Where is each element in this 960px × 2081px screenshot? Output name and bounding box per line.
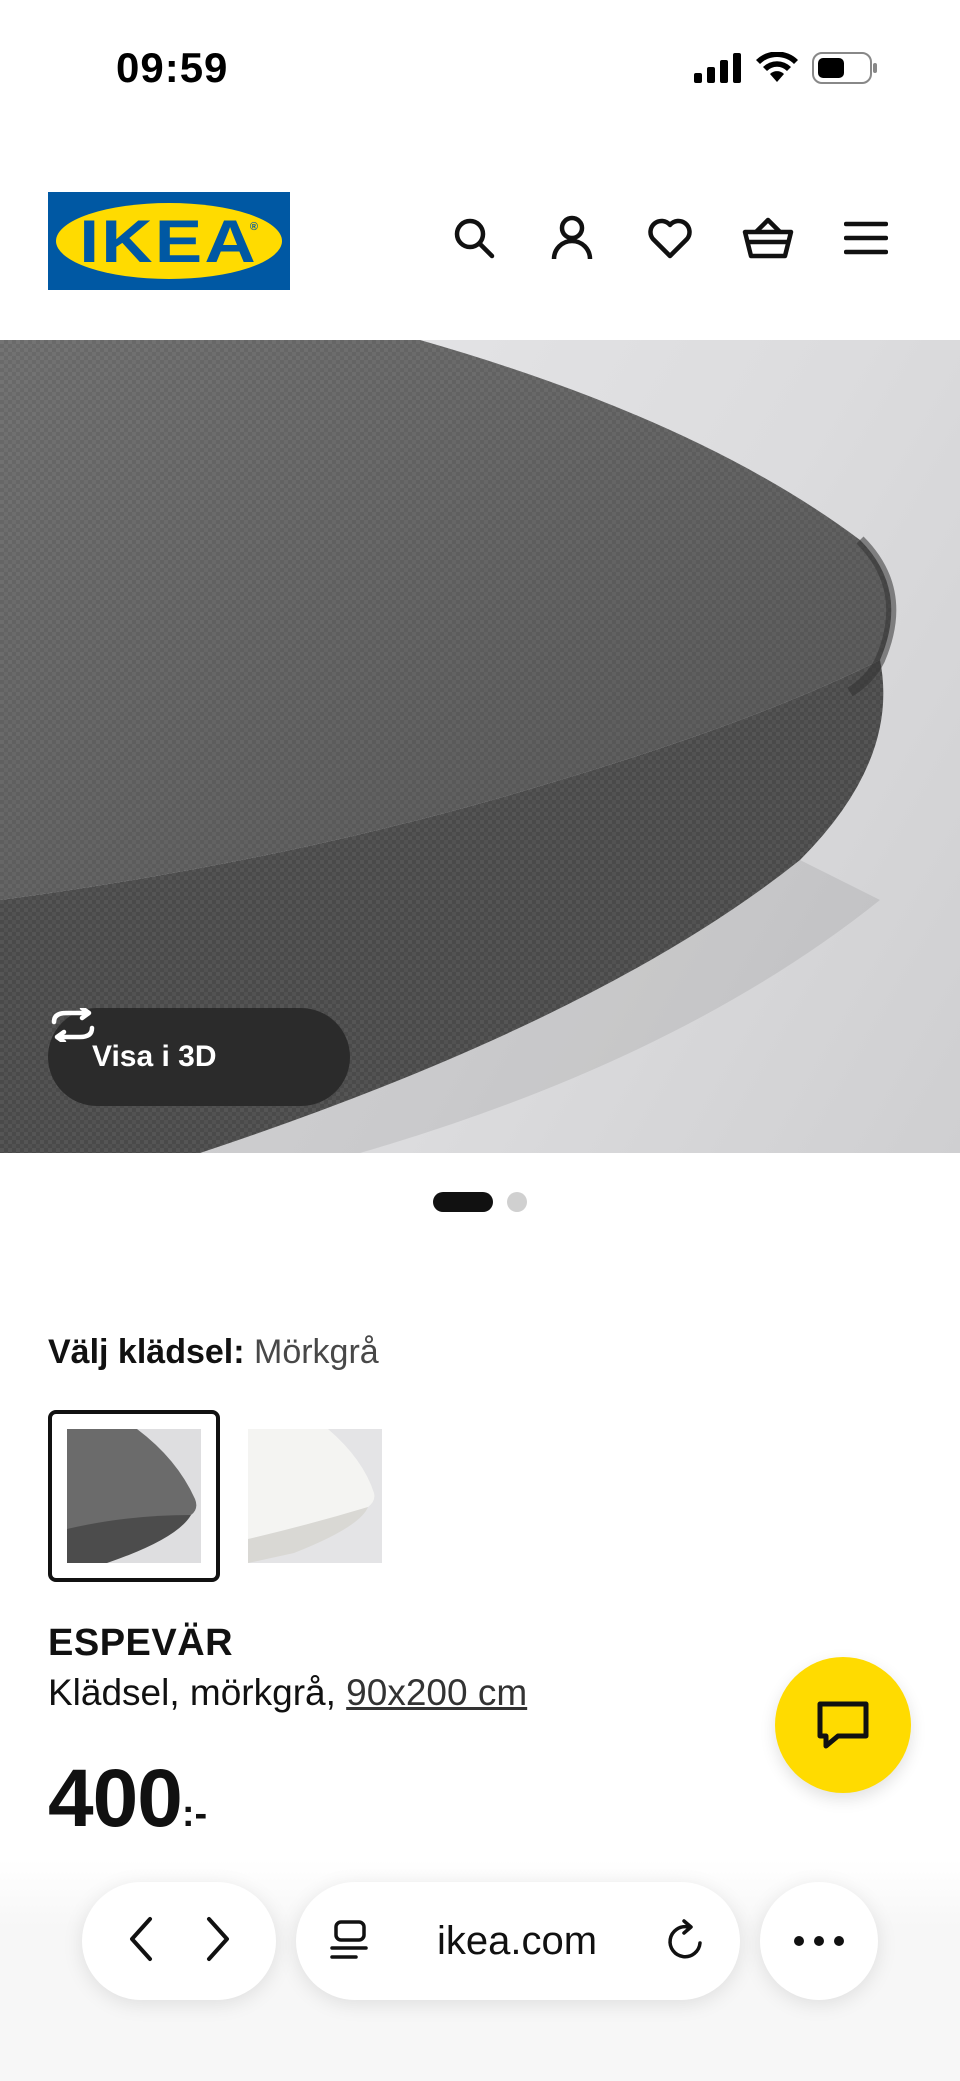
logo-text: IKEA xyxy=(79,207,259,275)
price-suffix: :- xyxy=(181,1793,208,1835)
option-label: Välj klädsel: xyxy=(48,1333,245,1371)
menu-icon[interactable] xyxy=(840,212,892,264)
swatch-dark-grey[interactable] xyxy=(48,1410,220,1582)
chat-button[interactable] xyxy=(775,1657,911,1793)
more-button[interactable] xyxy=(760,1882,878,2000)
reload-icon[interactable] xyxy=(664,1919,706,1963)
option-value: Mörkgrå xyxy=(254,1333,379,1371)
view-3d-label: Visa i 3D xyxy=(92,1040,217,1073)
basket-icon[interactable] xyxy=(742,212,794,264)
registered-mark: ® xyxy=(249,221,258,233)
page-dot-active[interactable] xyxy=(433,1192,493,1212)
browser-toolbar: ikea.com xyxy=(0,1860,960,2081)
gallery-pagination xyxy=(0,1192,960,1212)
status-bar: 09:59 xyxy=(0,0,960,130)
logo-oval: IKEA ® xyxy=(56,203,282,279)
product-image[interactable]: Visa i 3D xyxy=(0,340,960,1153)
wifi-icon xyxy=(756,52,798,82)
forward-button[interactable] xyxy=(203,1915,233,1968)
view-3d-button[interactable]: Visa i 3D xyxy=(48,1008,350,1106)
account-icon[interactable] xyxy=(546,212,598,264)
swatch-white[interactable] xyxy=(248,1429,382,1563)
site-header: IKEA ® xyxy=(0,190,960,292)
product-name: ESPEVÄR xyxy=(48,1622,234,1664)
status-icons xyxy=(694,52,878,84)
browser-nav-group xyxy=(82,1882,276,2000)
heart-icon[interactable] xyxy=(644,212,696,264)
status-time: 09:59 xyxy=(116,44,229,91)
product-description: Klädsel, mörkgrå, 90x200 cm xyxy=(48,1672,527,1714)
address-bar[interactable]: ikea.com xyxy=(296,1882,740,2000)
product-size-link[interactable]: 90x200 cm xyxy=(346,1672,527,1713)
page-dot[interactable] xyxy=(507,1192,527,1212)
product-type: Klädsel, mörkgrå, xyxy=(48,1672,336,1713)
chevron-right-icon xyxy=(206,1916,229,1961)
back-button[interactable] xyxy=(126,1915,156,1968)
upholstery-selector-label: Välj klädsel: Mörkgrå xyxy=(48,1333,379,1372)
more-dots-icon xyxy=(794,1936,844,1946)
url-text: ikea.com xyxy=(436,1918,598,1963)
reader-tabs-icon xyxy=(330,1920,368,1959)
swatch-dark-grey-image xyxy=(67,1429,201,1563)
product-price: 400 :- xyxy=(48,1752,207,1846)
price-amount: 400 xyxy=(48,1753,183,1844)
chat-icon xyxy=(817,1701,869,1749)
search-icon[interactable] xyxy=(448,212,500,264)
chevron-left-icon xyxy=(129,1916,152,1961)
battery-icon xyxy=(812,52,877,84)
rotate-3d-icon xyxy=(51,1008,95,1042)
ikea-logo[interactable]: IKEA ® xyxy=(48,192,290,290)
header-icons xyxy=(448,212,892,264)
cellular-signal-icon xyxy=(694,53,741,83)
swatch-white-image xyxy=(248,1429,382,1563)
